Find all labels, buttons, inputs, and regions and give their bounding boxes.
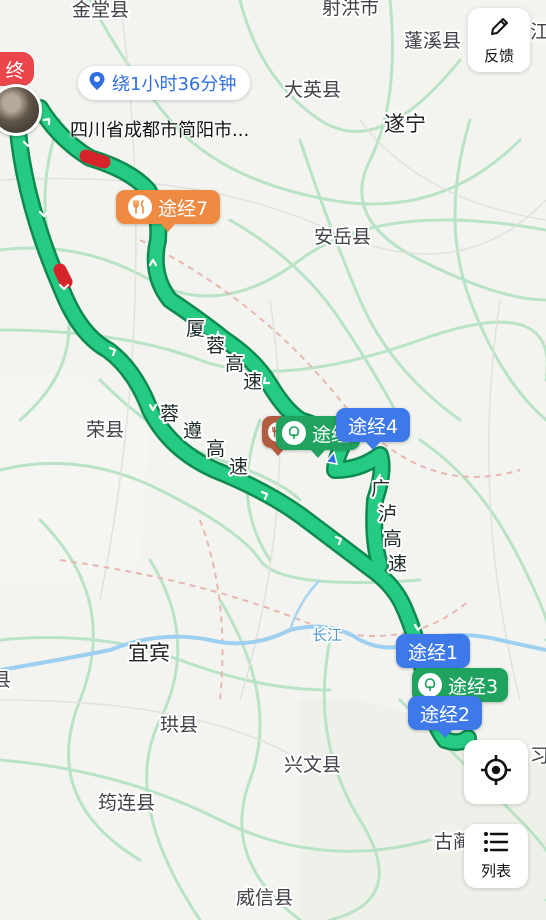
list-icon (483, 831, 509, 857)
place-label-yibin: 宜宾 (128, 641, 170, 665)
waypoint-7-marker[interactable]: 途经7 (116, 190, 221, 232)
place-label-jintang: 金堂县 (72, 0, 129, 21)
congestion-segment (53, 263, 73, 289)
place-label-edge: 江 (530, 21, 546, 43)
highway-label-char: 高 (225, 353, 244, 375)
list-button[interactable]: 列表 (464, 824, 528, 888)
tree-icon (418, 673, 442, 697)
crosshair-locate-icon (479, 753, 513, 791)
river-label-yangtze: 长江 (312, 626, 342, 644)
end-marker[interactable]: 终 (0, 52, 34, 86)
edit-pencil-icon (487, 15, 511, 43)
tree-icon (282, 421, 306, 445)
place-label-shehong: 射洪市 (322, 0, 379, 19)
waypoint-2-marker[interactable]: 途经2 (408, 696, 483, 738)
place-label-xingwen: 兴文县 (284, 754, 341, 776)
place-label-weixin: 威信县 (236, 887, 293, 909)
locate-button[interactable] (464, 740, 528, 804)
highway-label-char: 遵 (183, 420, 202, 442)
detour-duration-label: 绕1小时36分钟 (112, 74, 237, 95)
waypoint-3-label: 途经3 (448, 675, 499, 698)
waypoint-7-label: 途经7 (158, 197, 209, 220)
list-label: 列表 (480, 862, 511, 880)
waypoint-2-label: 途经2 (420, 703, 471, 726)
highway-label-char: 速 (243, 371, 262, 393)
place-label-gong: 珙县 (160, 714, 198, 736)
waypoint-4-marker[interactable]: 途经4 (336, 408, 411, 450)
highway-label-char: 泸 (378, 503, 397, 525)
highway-label-char: 厦 (186, 318, 205, 340)
end-marker-label: 终 (5, 59, 25, 82)
feedback-button[interactable]: 反馈 (468, 8, 530, 72)
location-pin-icon (88, 71, 106, 96)
highway-label-char: 速 (229, 456, 248, 478)
highway-label-char: 高 (383, 528, 402, 550)
place-label-rong: 荣县 (86, 419, 124, 441)
place-label-suining: 遂宁 (384, 112, 426, 136)
place-label-edge: 习 (530, 745, 546, 767)
highway-label-char: 速 (388, 553, 407, 575)
place-label-edge: 县 (0, 669, 11, 691)
place-label-junlian: 筠连县 (98, 792, 155, 814)
waypoint-4-label: 途经4 (348, 415, 399, 438)
feedback-label: 反馈 (483, 46, 514, 65)
congestion-segment (79, 149, 111, 169)
place-label-pengxi: 蓬溪县 (404, 30, 461, 52)
fork-knife-icon (128, 195, 152, 219)
destination-name: 四川省成都市简阳市... (70, 120, 250, 141)
highway-label-char: 蓉 (206, 335, 225, 357)
highway-label-char: 广 (371, 478, 390, 500)
place-label-daying: 大英县 (284, 79, 341, 101)
route-detour-card[interactable]: 绕1小时36分钟 (78, 66, 251, 100)
waypoint-1-label: 途经1 (408, 641, 459, 664)
highway-label-char: 蓉 (160, 403, 179, 425)
place-label-anyue: 安岳县 (314, 226, 371, 248)
waypoint-1-marker[interactable]: 途经1 (396, 634, 471, 676)
highway-label-char: 高 (206, 438, 225, 460)
